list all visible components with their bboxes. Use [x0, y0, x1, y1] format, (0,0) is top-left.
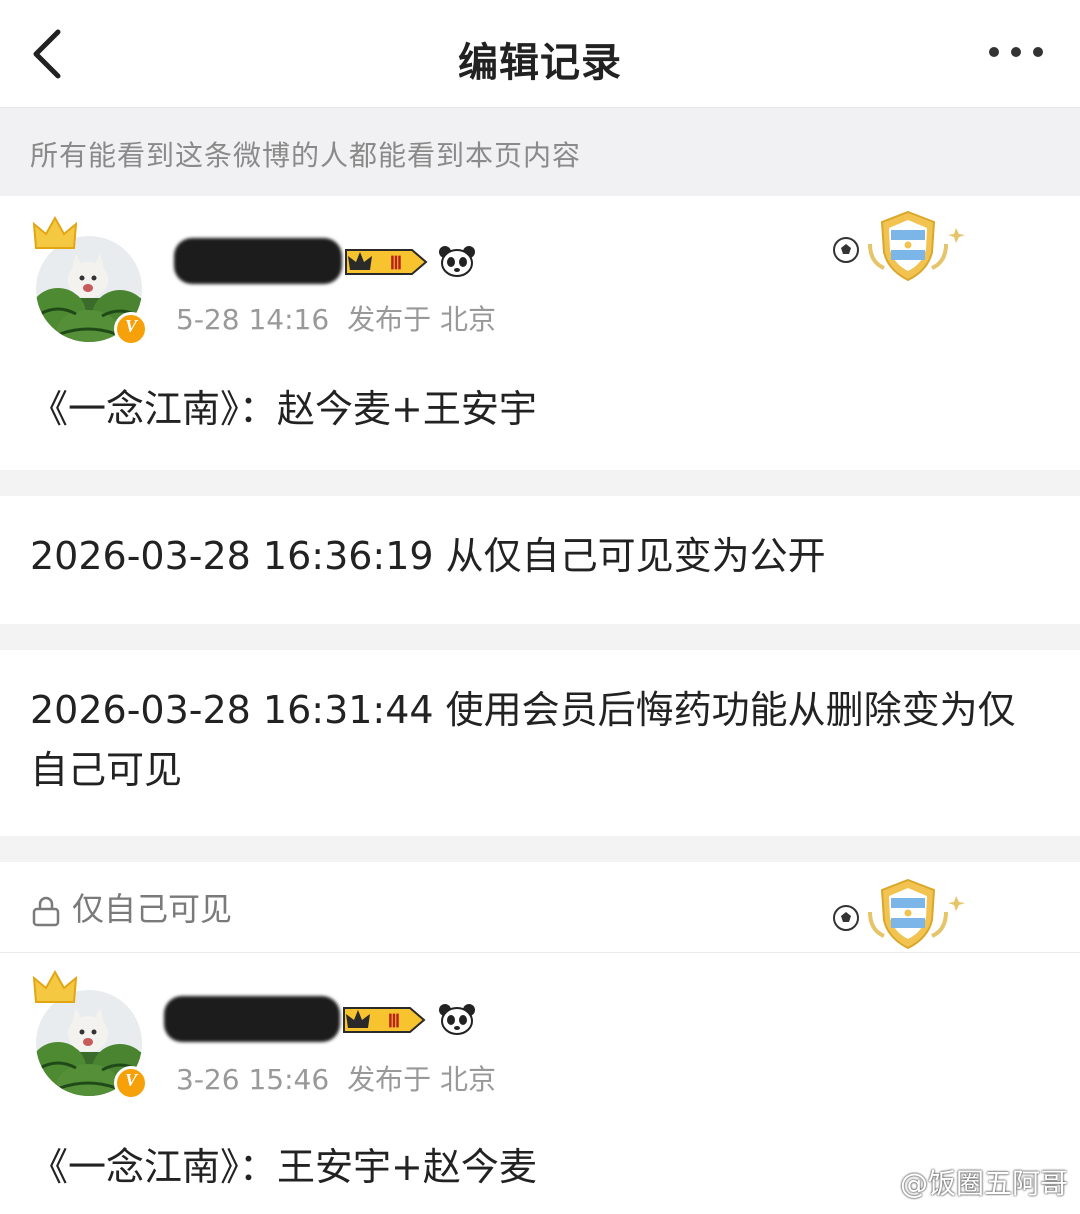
visibility-label: 仅自己可见 [30, 884, 232, 930]
divider [0, 952, 1080, 953]
username-redacted[interactable]: 小屋而开 [174, 238, 342, 284]
watermark: @饭圈五阿哥 [899, 1167, 1068, 1200]
post-location: 发布于 北京 [347, 303, 497, 336]
page-title: 编辑记录 [458, 40, 622, 86]
vip-level-badge-icon: Ⅲ [345, 249, 428, 275]
argentina-fan-badge-icon [833, 210, 965, 282]
avatar[interactable]: V [32, 969, 148, 1100]
current-post-card[interactable]: V 小屋而开 Ⅲ 5-28 14:16 发布于 北京 《一念江南》：赵今麦+王安宇 [0, 196, 1080, 470]
username-redacted[interactable]: 小屋而开 [164, 996, 340, 1042]
lock-icon [32, 896, 60, 927]
post-location: 发布于 北京 [347, 1063, 497, 1096]
post-content: 《一念江南》：赵今麦+王安宇 [30, 387, 537, 431]
verified-badge-icon: V [114, 312, 148, 346]
visibility-notice: 所有能看到这条微博的人都能看到本页内容 [0, 108, 1080, 196]
more-options-icon[interactable] [988, 44, 1044, 60]
post-time: 3-26 15:46 [176, 1063, 330, 1096]
svg-text:Ⅲ: Ⅲ [390, 253, 402, 273]
edit-record-item: 2026-03-28 16:31:44 使用会员后悔药功能从删除变为仅自己可见 [0, 650, 1080, 836]
argentina-fan-badge-icon [833, 878, 965, 950]
crown-icon [32, 969, 78, 1003]
visibility-text: 仅自己可见 [72, 890, 233, 928]
post-meta: 5-28 14:16 发布于 北京 [176, 298, 496, 338]
edit-record-text: 2026-03-28 16:36:19 从仅自己可见变为公开 [30, 534, 826, 578]
panda-icon [439, 246, 475, 277]
svg-text:Ⅲ: Ⅲ [388, 1011, 400, 1031]
post-content: 《一念江南》：王安宇+赵今麦 [30, 1145, 537, 1189]
notice-text: 所有能看到这条微博的人都能看到本页内容 [30, 139, 582, 172]
edit-record-item: 2026-03-28 16:36:19 从仅自己可见变为公开 [0, 496, 1080, 624]
avatar[interactable]: V [32, 215, 148, 346]
top-nav-bar: 编辑记录 [0, 0, 1080, 108]
panda-icon [439, 1004, 475, 1035]
crown-icon [32, 215, 78, 249]
post-meta: 3-26 15:46 发布于 北京 [176, 1058, 496, 1098]
verified-badge-icon: V [114, 1066, 148, 1100]
post-time: 5-28 14:16 [176, 303, 330, 336]
vip-level-badge-icon: Ⅲ [343, 1007, 426, 1033]
edit-record-text: 2026-03-28 16:31:44 使用会员后悔药功能从删除变为仅自己可见 [30, 688, 1016, 792]
